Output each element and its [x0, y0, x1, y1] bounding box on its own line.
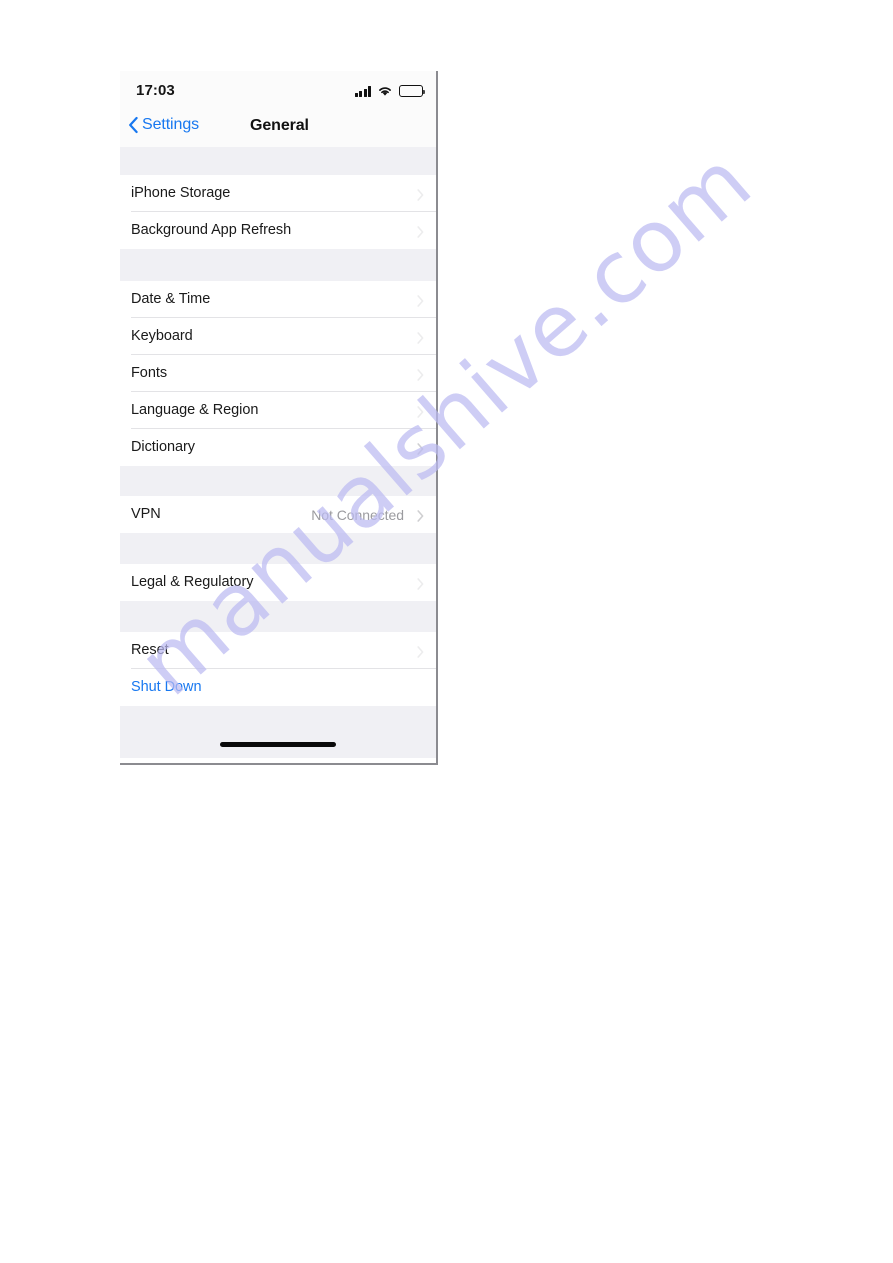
settings-section-storage: iPhone Storage Background App Refresh	[120, 175, 436, 249]
list-item-label: Legal & Regulatory	[131, 574, 254, 590]
status-bar-icons	[354, 83, 425, 97]
chevron-left-icon	[128, 116, 139, 134]
chevron-right-icon	[417, 225, 424, 238]
status-bar: 17:03	[120, 71, 436, 113]
list-item[interactable]: Keyboard	[120, 318, 436, 355]
wifi-icon	[377, 85, 393, 97]
back-button[interactable]: Settings	[128, 116, 199, 134]
chevron-right-icon	[417, 188, 424, 201]
list-item-label: iPhone Storage	[131, 185, 231, 201]
chevron-right-icon	[417, 645, 424, 658]
list-item-label: Reset	[131, 642, 169, 658]
list-item-label: Keyboard	[131, 328, 193, 344]
chevron-right-icon	[417, 331, 424, 344]
home-indicator[interactable]	[220, 742, 336, 747]
settings-section-legal: Legal & Regulatory	[120, 564, 436, 601]
list-item[interactable]: Reset	[120, 632, 436, 669]
battery-full-icon	[399, 85, 425, 97]
section-gap	[120, 249, 436, 281]
section-gap	[120, 601, 436, 632]
chevron-right-icon	[417, 577, 424, 590]
section-gap	[120, 147, 436, 175]
list-item-label: Date & Time	[131, 291, 211, 307]
settings-list: iPhone Storage Background App Refresh Da…	[120, 147, 436, 758]
list-item[interactable]: Language & Region	[120, 392, 436, 429]
list-item[interactable]: Dictionary	[120, 429, 436, 466]
list-item-label: Background App Refresh	[131, 222, 292, 238]
section-gap	[120, 466, 436, 496]
list-item[interactable]: Background App Refresh	[120, 212, 436, 249]
home-indicator-area	[120, 706, 436, 758]
iphone-screenshot-frame: 17:03 Settings General iPhone Storage Ba…	[120, 71, 438, 765]
page-title: General	[250, 117, 309, 134]
status-bar-time: 17:03	[136, 82, 175, 99]
list-item[interactable]: iPhone Storage	[120, 175, 436, 212]
list-item-label: VPN	[131, 506, 161, 522]
navigation-bar: Settings General	[120, 113, 436, 147]
list-item-label: Fonts	[131, 365, 168, 381]
settings-section-international: Date & Time Keyboard Fonts Language & Re…	[120, 281, 436, 466]
chevron-right-icon	[417, 509, 424, 522]
list-item[interactable]: Fonts	[120, 355, 436, 392]
chevron-right-icon	[417, 405, 424, 418]
cellular-bars-icon	[354, 86, 371, 97]
settings-section-vpn: VPN Not Connected	[120, 496, 436, 533]
settings-section-reset: Reset Shut Down	[120, 632, 436, 706]
list-item[interactable]: Date & Time	[120, 281, 436, 318]
list-item[interactable]: VPN Not Connected	[120, 496, 436, 533]
chevron-right-icon	[417, 442, 424, 455]
shut-down-button[interactable]: Shut Down	[120, 669, 436, 706]
list-item-value: Not Connected	[311, 507, 404, 523]
list-item-label: Language & Region	[131, 402, 259, 418]
section-gap	[120, 533, 436, 564]
list-item-label: Shut Down	[131, 679, 202, 695]
chevron-right-icon	[417, 294, 424, 307]
chevron-right-icon	[417, 368, 424, 381]
list-item[interactable]: Legal & Regulatory	[120, 564, 436, 601]
list-item-label: Dictionary	[131, 439, 195, 455]
back-button-label: Settings	[142, 116, 200, 133]
